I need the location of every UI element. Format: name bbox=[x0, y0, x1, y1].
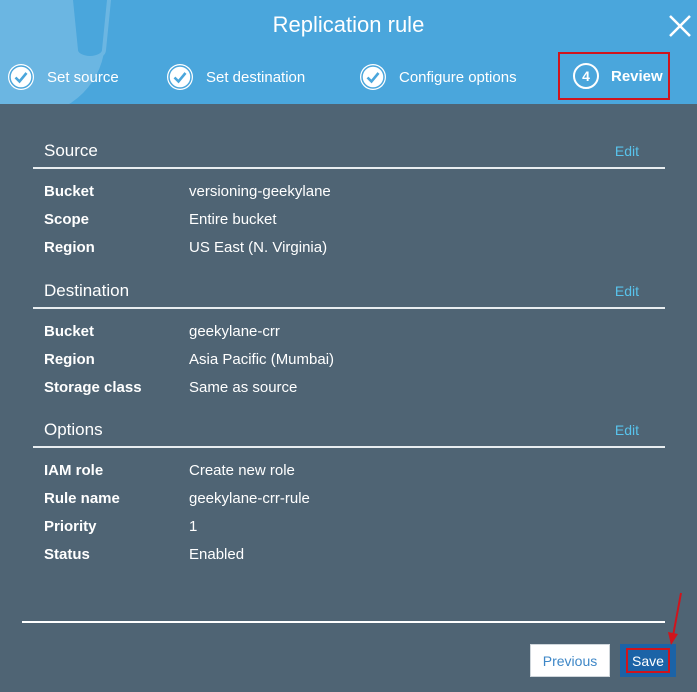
detail-value: geekylane-crr bbox=[189, 323, 280, 340]
detail-value: Create new role bbox=[189, 462, 295, 479]
detail-row: Bucket versioning-geekylane bbox=[33, 183, 665, 211]
detail-row: Region Asia Pacific (Mumbai) bbox=[33, 351, 665, 379]
check-circle-icon bbox=[167, 64, 193, 90]
footer-divider bbox=[22, 621, 665, 623]
edit-source-link[interactable]: Edit bbox=[615, 143, 639, 159]
detail-value: 1 bbox=[189, 518, 198, 535]
detail-row: Priority 1 bbox=[33, 518, 665, 546]
dialog-title: Replication rule bbox=[272, 12, 425, 37]
detail-row: Bucket geekylane-crr bbox=[33, 323, 665, 351]
detail-row: Region US East (N. Virginia) bbox=[33, 239, 665, 267]
check-circle-icon bbox=[8, 64, 34, 90]
detail-row: IAM role Create new role bbox=[33, 462, 665, 490]
step-label: Configure options bbox=[399, 68, 517, 86]
step-label: Review bbox=[611, 67, 663, 85]
detail-row: Scope Entire bucket bbox=[33, 211, 665, 239]
previous-button[interactable]: Previous bbox=[530, 644, 610, 677]
destination-section: Destination Edit Bucket geekylane-crr Reg… bbox=[33, 274, 665, 407]
detail-key: Bucket bbox=[44, 183, 95, 200]
detail-key: Status bbox=[44, 546, 90, 563]
section-header: Destination Edit bbox=[33, 274, 665, 309]
edit-options-link[interactable]: Edit bbox=[615, 422, 639, 438]
detail-value: US East (N. Virginia) bbox=[189, 239, 328, 256]
save-button-label: Save bbox=[626, 648, 670, 673]
detail-value: Entire bucket bbox=[189, 211, 277, 228]
detail-row: Rule name geekylane-crr-rule bbox=[33, 490, 665, 518]
step-number: 4 bbox=[573, 63, 599, 89]
section-header: Source Edit bbox=[33, 134, 665, 169]
detail-key: Bucket bbox=[44, 323, 95, 340]
edit-destination-link[interactable]: Edit bbox=[615, 283, 639, 299]
detail-value: versioning-geekylane bbox=[189, 183, 331, 200]
save-button[interactable]: Save bbox=[620, 644, 676, 677]
step-set-source[interactable]: Set source bbox=[8, 64, 119, 90]
step-label: Set source bbox=[47, 68, 119, 86]
close-icon[interactable] bbox=[667, 13, 693, 39]
detail-key: Scope bbox=[44, 211, 90, 228]
detail-key: Priority bbox=[44, 518, 97, 535]
detail-key: IAM role bbox=[44, 462, 104, 479]
detail-row: Storage class Same as source bbox=[33, 379, 665, 407]
detail-value: Enabled bbox=[189, 546, 245, 563]
section-title: Destination bbox=[44, 280, 130, 300]
detail-key: Rule name bbox=[44, 490, 120, 507]
step-review[interactable]: 4 Review bbox=[558, 52, 670, 100]
detail-key: Region bbox=[44, 239, 95, 256]
detail-row: Status Enabled bbox=[33, 546, 665, 574]
check-circle-icon bbox=[360, 64, 386, 90]
step-label: Set destination bbox=[206, 68, 306, 86]
detail-value: Same as source bbox=[189, 379, 298, 396]
section-header: Options Edit bbox=[33, 413, 665, 448]
step-configure-options[interactable]: Configure options bbox=[360, 64, 517, 90]
detail-value: Asia Pacific (Mumbai) bbox=[189, 351, 335, 368]
options-section: Options Edit IAM role Create new role Rul… bbox=[33, 413, 665, 574]
detail-value: geekylane-crr-rule bbox=[189, 490, 310, 507]
detail-key: Storage class bbox=[44, 379, 142, 396]
source-section: Source Edit Bucket versioning-geekylane S… bbox=[33, 134, 665, 267]
section-title: Options bbox=[44, 419, 103, 439]
annotation-arrow-icon bbox=[668, 592, 682, 645]
dialog-header: Replication rule Set source Set destinat… bbox=[0, 0, 697, 104]
step-set-destination[interactable]: Set destination bbox=[167, 64, 305, 90]
detail-key: Region bbox=[44, 351, 95, 368]
section-title: Source bbox=[44, 140, 98, 160]
